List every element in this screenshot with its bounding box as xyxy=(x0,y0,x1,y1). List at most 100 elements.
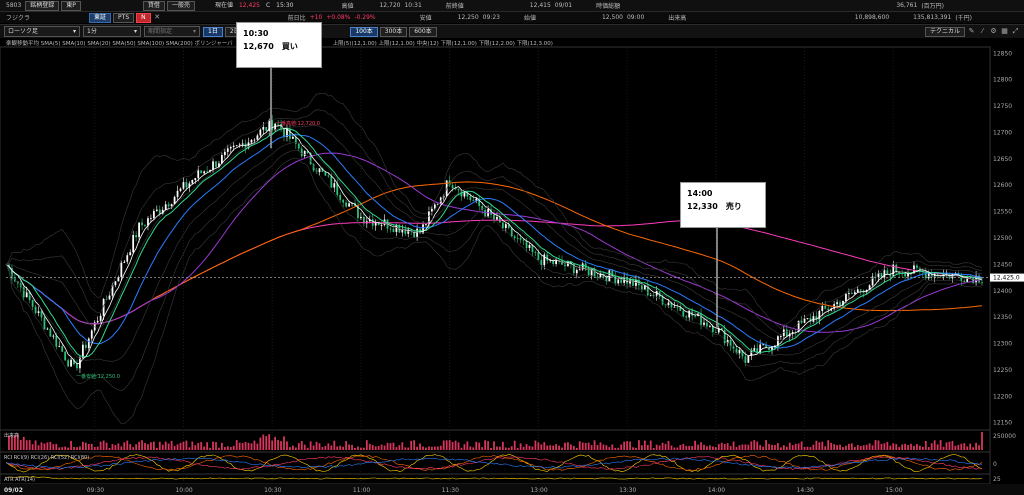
volume-bar xyxy=(667,440,670,450)
volume-bar xyxy=(493,441,495,450)
volume-bar xyxy=(280,441,282,450)
candle-body xyxy=(197,170,200,179)
volume-bar xyxy=(451,442,454,450)
date-label: 09/02 xyxy=(4,487,23,494)
volume-bar xyxy=(312,445,315,450)
atr-panel-frame xyxy=(0,473,991,485)
volume-bar xyxy=(939,440,942,450)
volume-bar xyxy=(679,445,682,450)
volume-bar xyxy=(223,447,226,450)
volume-bar xyxy=(61,447,64,450)
volume-bar xyxy=(300,441,303,450)
volume-bar xyxy=(238,442,241,450)
volume-bar xyxy=(753,440,756,450)
volume-bar xyxy=(646,444,649,450)
candle-body xyxy=(510,227,513,237)
volume-bar xyxy=(791,445,794,450)
volume-bar xyxy=(253,440,256,450)
volume-bar xyxy=(306,447,309,450)
candle-body xyxy=(76,363,78,369)
volume-bar xyxy=(907,445,909,450)
candle-body xyxy=(886,270,889,274)
volume-bar xyxy=(297,443,300,450)
volume-bar xyxy=(732,441,735,450)
volume-bar xyxy=(744,444,747,450)
volume-bar xyxy=(226,446,229,450)
volume-bar xyxy=(575,447,578,450)
volume-bar xyxy=(706,446,708,450)
volume-bar xyxy=(927,447,930,450)
time-tick-label: 11:00 xyxy=(353,487,370,494)
candle-body xyxy=(158,209,161,214)
candle-body xyxy=(927,273,930,279)
candle-body xyxy=(342,199,345,203)
candle-body xyxy=(99,315,102,321)
volume-bar xyxy=(620,444,623,450)
volume-bar xyxy=(487,441,489,450)
price-tick-label: 12500 xyxy=(993,235,1012,242)
candle-body xyxy=(812,316,815,322)
volume-bar xyxy=(901,444,904,450)
volume-bar xyxy=(640,445,643,450)
candle-body xyxy=(643,285,646,290)
candle-body xyxy=(374,222,377,226)
volume-bar xyxy=(96,446,99,450)
volume-bar xyxy=(235,440,238,450)
volume-bar xyxy=(354,447,356,450)
volume-bar xyxy=(25,440,28,450)
candle-body xyxy=(493,214,495,220)
candle-body xyxy=(55,335,58,347)
volume-bar xyxy=(413,440,416,450)
candle-body xyxy=(652,294,655,296)
rci-label: RCI RCI(9) RCI(26) RCI(52) RCI(80) xyxy=(4,455,89,461)
volume-bar xyxy=(694,440,697,450)
candle-body xyxy=(84,344,87,348)
volume-bar xyxy=(271,440,274,450)
volume-bar xyxy=(741,444,744,450)
volume-bar xyxy=(919,445,921,450)
candle-body xyxy=(425,224,427,226)
candle-body xyxy=(617,279,620,284)
candle-body xyxy=(380,225,383,226)
volume-bar xyxy=(460,447,463,450)
volume-bar xyxy=(345,441,348,450)
volume-bar xyxy=(386,442,389,450)
volume-bar xyxy=(833,444,836,450)
candle-body xyxy=(241,143,244,145)
volume-bar xyxy=(348,444,350,450)
volume-bar xyxy=(93,446,96,450)
price-chart[interactable]: 12850 12800 12750 12700 12650 12600 12550 12500… xyxy=(0,0,1024,495)
volume-bar xyxy=(265,436,268,450)
volume-bar xyxy=(966,446,969,450)
volume-bar xyxy=(768,444,770,450)
price-tick-label: 12450 xyxy=(993,261,1012,268)
volume-bar xyxy=(309,441,312,450)
volume-bar xyxy=(277,439,279,450)
volume-bar xyxy=(212,441,214,450)
volume-bar xyxy=(215,442,217,450)
volume-bar xyxy=(954,445,957,450)
candle-body xyxy=(496,217,498,220)
price-tick-label: 12550 xyxy=(993,209,1012,216)
volume-bar xyxy=(963,443,966,450)
volume-bar xyxy=(824,446,827,450)
price-tick-label: 12800 xyxy=(993,77,1012,84)
volume-bar xyxy=(921,446,924,450)
time-tick-label: 14:00 xyxy=(708,487,725,494)
volume-bar xyxy=(472,447,475,450)
candle-body xyxy=(513,236,516,239)
volume-bar xyxy=(114,445,117,450)
candle-body xyxy=(303,150,306,157)
price-tick-label: 12650 xyxy=(993,156,1012,163)
volume-bar xyxy=(800,441,803,450)
volume-bar xyxy=(365,440,368,450)
volume-bar xyxy=(806,446,809,450)
volume-bar xyxy=(31,444,34,450)
volume-bar xyxy=(525,444,528,450)
volume-bar xyxy=(880,443,883,450)
volume-bar xyxy=(836,445,838,450)
volume-bar xyxy=(762,446,765,450)
volume-bar xyxy=(43,443,46,450)
volume-bar xyxy=(111,444,114,450)
volume-bar xyxy=(200,442,203,450)
